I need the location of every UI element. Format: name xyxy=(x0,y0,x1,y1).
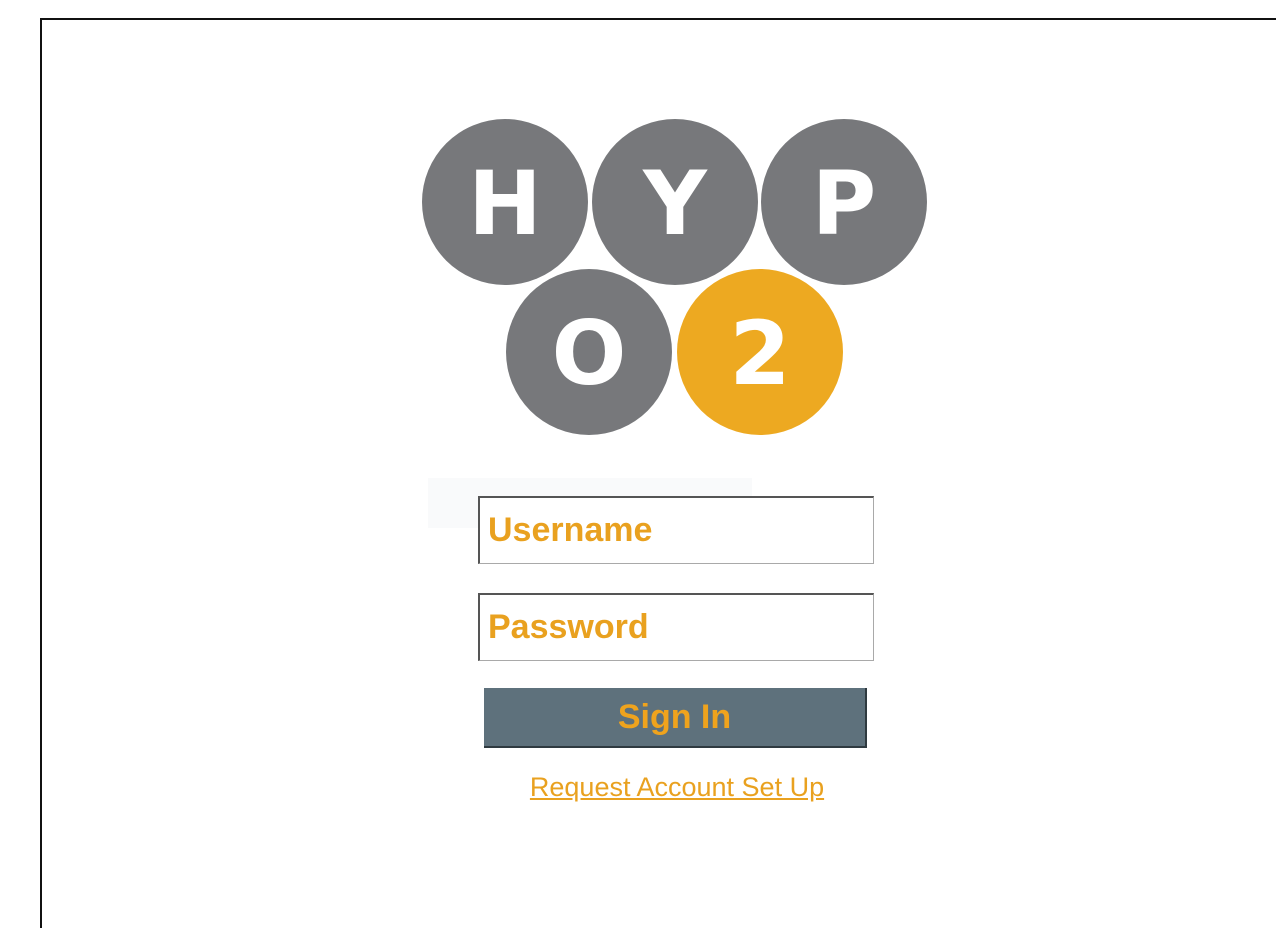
sign-in-button[interactable]: Sign In xyxy=(484,688,867,748)
password-field[interactable] xyxy=(478,593,874,661)
request-account-link[interactable]: Request Account Set Up xyxy=(510,772,844,803)
username-field[interactable] xyxy=(478,496,874,564)
